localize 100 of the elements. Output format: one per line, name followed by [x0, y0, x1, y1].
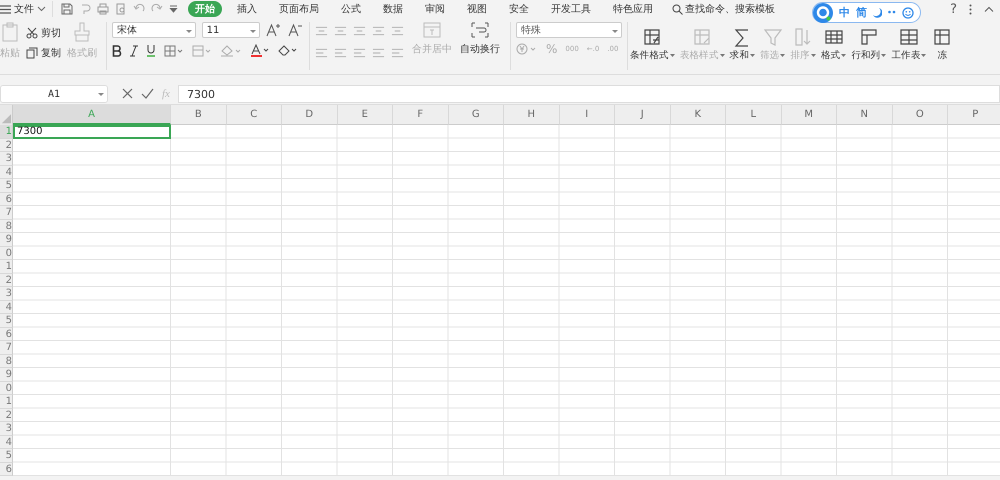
column-header[interactable]: B [171, 105, 226, 125]
font-name-field[interactable]: 宋体 [112, 22, 196, 38]
caret-icon[interactable] [37, 6, 46, 12]
number-format-field[interactable]: 特殊 [516, 22, 622, 38]
bold-icon[interactable] [112, 44, 122, 56]
save-icon[interactable] [61, 3, 73, 15]
command-search-field[interactable]: 查找命令、搜索模板 [685, 2, 775, 16]
row-header[interactable]: 2 [0, 408, 13, 422]
ribbon-tab[interactable]: 视图 [460, 1, 494, 17]
column-header[interactable]: N [837, 105, 892, 125]
script-toggle[interactable]: 简 [856, 5, 867, 20]
eraser-icon[interactable] [278, 44, 298, 57]
ribbon-tab[interactable]: 页面布局 [272, 1, 326, 17]
row-header[interactable]: 1 [0, 395, 13, 408]
decrease-font-size-icon[interactable] [288, 23, 304, 37]
italic-icon[interactable] [130, 44, 138, 56]
ribbon-tool-button[interactable]: 工作表 [891, 27, 926, 70]
font-color-icon[interactable] [250, 44, 270, 57]
more-icon[interactable] [969, 4, 972, 14]
print-preview-icon[interactable] [115, 3, 127, 15]
align-top-icon[interactable] [315, 26, 328, 36]
distribute-icon[interactable] [391, 48, 404, 58]
increase-indent-icon[interactable] [391, 26, 404, 36]
menu-icon[interactable] [0, 4, 11, 14]
font-size-field[interactable]: 11 [202, 22, 260, 38]
checkmark-icon[interactable] [141, 88, 154, 99]
row-header[interactable]: 4 [0, 300, 13, 314]
row-header[interactable]: 0 [0, 382, 13, 395]
row-header[interactable]: 6 [0, 192, 13, 206]
row-header[interactable]: 7 [0, 206, 13, 220]
ribbon-tool-button[interactable]: 冻 [931, 27, 954, 70]
column-header[interactable]: P [948, 105, 1000, 125]
row-header[interactable]: 9 [0, 233, 13, 246]
decrease-indent-icon[interactable] [372, 26, 385, 36]
row-header[interactable]: 5 [0, 179, 13, 192]
table-cell[interactable]: 7300 [13, 125, 171, 138]
punctuation-icon[interactable] [888, 10, 896, 16]
row-header[interactable]: 3 [0, 287, 13, 300]
row-header[interactable]: 8 [0, 354, 13, 368]
column-header[interactable]: J [615, 105, 670, 125]
row-header[interactable]: 4 [0, 436, 13, 449]
column-header[interactable]: O [892, 105, 948, 125]
collapse-icon[interactable] [984, 6, 994, 12]
ribbon-tool-button[interactable]: 格式 [820, 27, 846, 70]
borders-icon[interactable] [164, 44, 184, 56]
ribbon-tab[interactable]: 开始 [188, 1, 222, 17]
align-bottom-icon[interactable] [353, 26, 366, 36]
row-header[interactable]: 6 [0, 328, 13, 341]
column-header[interactable]: E [338, 105, 393, 125]
column-header[interactable]: C [226, 105, 282, 125]
cancel-icon[interactable] [122, 88, 133, 99]
row-header[interactable]: 9 [0, 368, 13, 382]
ribbon-tool-button[interactable]: 求和 [730, 27, 756, 70]
row-header[interactable]: 6 [0, 462, 13, 476]
ribbon-tool-button[interactable]: 条件格式 [630, 27, 675, 70]
copy-button[interactable]: 复制 [26, 46, 61, 60]
ribbon-tab[interactable]: 特色应用 [606, 1, 660, 17]
column-header[interactable]: F [393, 105, 448, 125]
column-header[interactable]: L [726, 105, 782, 125]
column-header[interactable]: I [560, 105, 615, 125]
moon-icon[interactable] [873, 8, 882, 18]
row-header[interactable]: 0 [0, 246, 13, 260]
ribbon-tool-button[interactable]: 行和列 [851, 27, 886, 70]
row-header[interactable]: 7 [0, 341, 13, 354]
justify-icon[interactable] [372, 48, 385, 58]
row-header[interactable]: 1 [0, 260, 13, 274]
align-left-icon[interactable] [315, 48, 328, 58]
ribbon-tab[interactable]: 数据 [376, 1, 410, 17]
column-header[interactable]: M [782, 105, 837, 125]
increase-font-size-icon[interactable] [266, 23, 282, 37]
column-header[interactable]: H [504, 105, 560, 125]
row-header[interactable]: 4 [0, 166, 13, 179]
row-header[interactable]: 3 [0, 422, 13, 436]
smiley-icon[interactable] [902, 6, 914, 18]
cut-button[interactable]: 剪切 [26, 26, 61, 40]
column-header[interactable]: G [448, 105, 504, 125]
ribbon-tab[interactable]: 安全 [502, 1, 536, 17]
row-header[interactable]: 5 [0, 449, 13, 462]
formula-input-field[interactable]: 7300 [178, 84, 1000, 102]
row-header[interactable]: 2 [0, 274, 13, 287]
input-method-logo-icon[interactable] [813, 2, 833, 22]
dropdown-icon[interactable] [169, 5, 178, 13]
search-icon[interactable] [672, 4, 683, 14]
row-header[interactable]: 2 [0, 138, 13, 152]
wrap-text-button[interactable]: 自动换行 [460, 22, 500, 70]
align-right-icon[interactable] [353, 48, 366, 58]
row-header[interactable]: 8 [0, 220, 13, 233]
row-header[interactable]: 3 [0, 152, 13, 166]
align-center-icon[interactable] [334, 48, 347, 58]
currency-icon[interactable] [516, 43, 538, 55]
ribbon-tab[interactable]: 插入 [230, 1, 264, 17]
row-header[interactable]: 5 [0, 314, 13, 328]
ribbon-tab[interactable]: 公式 [334, 1, 368, 17]
column-header[interactable]: D [282, 105, 338, 125]
fill-color-icon[interactable] [220, 44, 242, 57]
ribbon-tab[interactable]: 审阅 [418, 1, 452, 17]
ribbon-tab[interactable]: 开发工具 [544, 1, 598, 17]
help-button[interactable]: ? [950, 2, 957, 16]
column-header[interactable]: K [670, 105, 726, 125]
file-menu[interactable]: 文件 [14, 2, 34, 16]
